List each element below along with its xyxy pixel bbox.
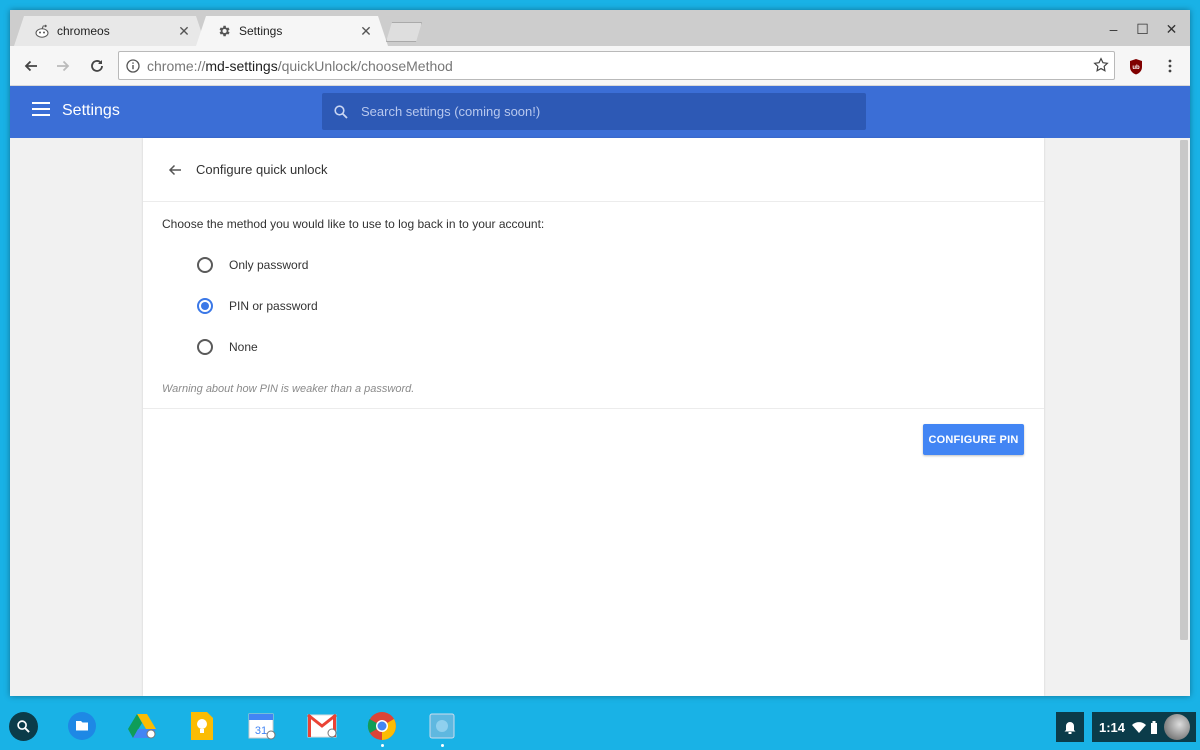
menu-button[interactable] — [1158, 54, 1182, 78]
running-indicator — [381, 744, 384, 747]
back-button[interactable] — [19, 54, 43, 78]
reddit-icon — [34, 23, 50, 39]
keep-icon — [191, 712, 213, 740]
search-icon — [334, 104, 348, 119]
url-host: md-settings — [205, 57, 278, 74]
radio-button[interactable] — [197, 257, 213, 273]
calendar-icon: 31 — [248, 713, 276, 740]
radio-button[interactable] — [197, 339, 213, 355]
gmail-icon — [307, 714, 337, 738]
card-header: Configure quick unlock — [143, 138, 1044, 202]
page-title: Configure quick unlock — [196, 162, 328, 177]
clock: 1:14 — [1099, 719, 1126, 735]
settings-title: Settings — [62, 102, 120, 119]
star-icon[interactable] — [1092, 56, 1110, 77]
chrome-icon — [367, 712, 396, 740]
new-tab-button[interactable] — [386, 22, 422, 42]
url-scheme: chrome:// — [147, 57, 206, 74]
wifi-icon — [1132, 721, 1147, 733]
gmail-app[interactable] — [307, 711, 337, 741]
battery-icon — [1151, 720, 1158, 734]
files-icon — [68, 712, 96, 740]
ublock-extension-button[interactable]: ub — [1124, 54, 1148, 78]
configure-pin-button[interactable]: CONFIGURE PIN — [923, 424, 1024, 455]
svg-text:ub: ub — [1132, 65, 1140, 71]
browser-toolbar: chrome://md-settings/quickUnlock/chooseM… — [10, 46, 1190, 86]
address-bar[interactable]: chrome://md-settings/quickUnlock/chooseM… — [118, 51, 1115, 80]
search-bar[interactable] — [322, 93, 866, 130]
drive-icon — [128, 714, 156, 739]
drive-app[interactable] — [127, 711, 157, 741]
back-arrow-icon[interactable] — [163, 158, 187, 182]
bell-icon — [1064, 721, 1076, 734]
window-controls: – ☐ ✕ — [1099, 18, 1186, 40]
more-vert-icon — [1168, 59, 1172, 73]
maximize-icon[interactable]: ☐ — [1128, 18, 1157, 40]
option-pin-or-password[interactable]: PIN or password — [197, 298, 318, 314]
gear-icon — [216, 23, 232, 39]
scrollbar[interactable] — [1178, 138, 1190, 696]
close-window-icon[interactable]: ✕ — [1157, 18, 1186, 40]
settings-app-icon — [429, 713, 455, 739]
hamburger-menu-icon[interactable] — [32, 102, 50, 120]
method-prompt: Choose the method you would like to use … — [162, 217, 545, 231]
info-icon[interactable] — [119, 58, 147, 73]
avatar — [1164, 714, 1191, 740]
option-label: Only password — [229, 258, 309, 272]
close-icon[interactable]: ✕ — [176, 23, 192, 40]
pin-warning: Warning about how PIN is weaker than a p… — [162, 383, 415, 395]
option-label: None — [229, 340, 258, 354]
radio-button-checked[interactable] — [197, 298, 213, 314]
option-label: PIN or password — [229, 299, 318, 313]
tab-title: Settings — [239, 24, 283, 38]
tab-settings[interactable]: Settings ✕ — [196, 16, 388, 46]
close-icon[interactable]: ✕ — [358, 23, 374, 40]
reload-icon — [91, 60, 103, 72]
status-tray[interactable]: 1:14 — [1092, 712, 1196, 742]
url-path: /quickUnlock/chooseMethod — [277, 57, 453, 74]
divider — [143, 408, 1044, 409]
notifications-button[interactable] — [1056, 712, 1084, 742]
quick-unlock-card: Configure quick unlock Choose the method… — [143, 138, 1044, 696]
arrow-right-icon — [57, 60, 70, 72]
settings-app[interactable] — [427, 711, 457, 741]
files-app[interactable] — [67, 711, 97, 741]
calendar-app[interactable]: 31 — [247, 711, 277, 741]
tab-strip: chromeos ✕ Settings ✕ – ☐ ✕ — [10, 10, 1190, 46]
scrollbar-thumb[interactable] — [1180, 140, 1188, 640]
search-input[interactable] — [361, 104, 841, 119]
ublock-icon: ub — [1130, 58, 1142, 74]
tab-title: chromeos — [57, 24, 110, 38]
chrome-app[interactable] — [367, 711, 397, 741]
launcher-button[interactable] — [9, 712, 38, 741]
keep-app[interactable] — [187, 711, 217, 741]
tab-chromeos[interactable]: chromeos ✕ — [14, 16, 206, 46]
reload-button[interactable] — [85, 54, 109, 78]
option-none[interactable]: None — [197, 339, 258, 355]
arrow-left-icon — [24, 60, 37, 72]
running-indicator — [441, 744, 444, 747]
forward-button[interactable] — [51, 54, 75, 78]
search-icon — [17, 720, 30, 733]
minimize-icon[interactable]: – — [1099, 18, 1128, 40]
calendar-day: 31 — [255, 725, 267, 737]
browser-window: chromeos ✕ Settings ✕ – ☐ ✕ chrome:// md… — [10, 10, 1190, 696]
option-only-password[interactable]: Only password — [197, 257, 308, 273]
shelf: 31 1:14 — [0, 704, 1200, 750]
settings-header: Settings — [10, 86, 1190, 138]
